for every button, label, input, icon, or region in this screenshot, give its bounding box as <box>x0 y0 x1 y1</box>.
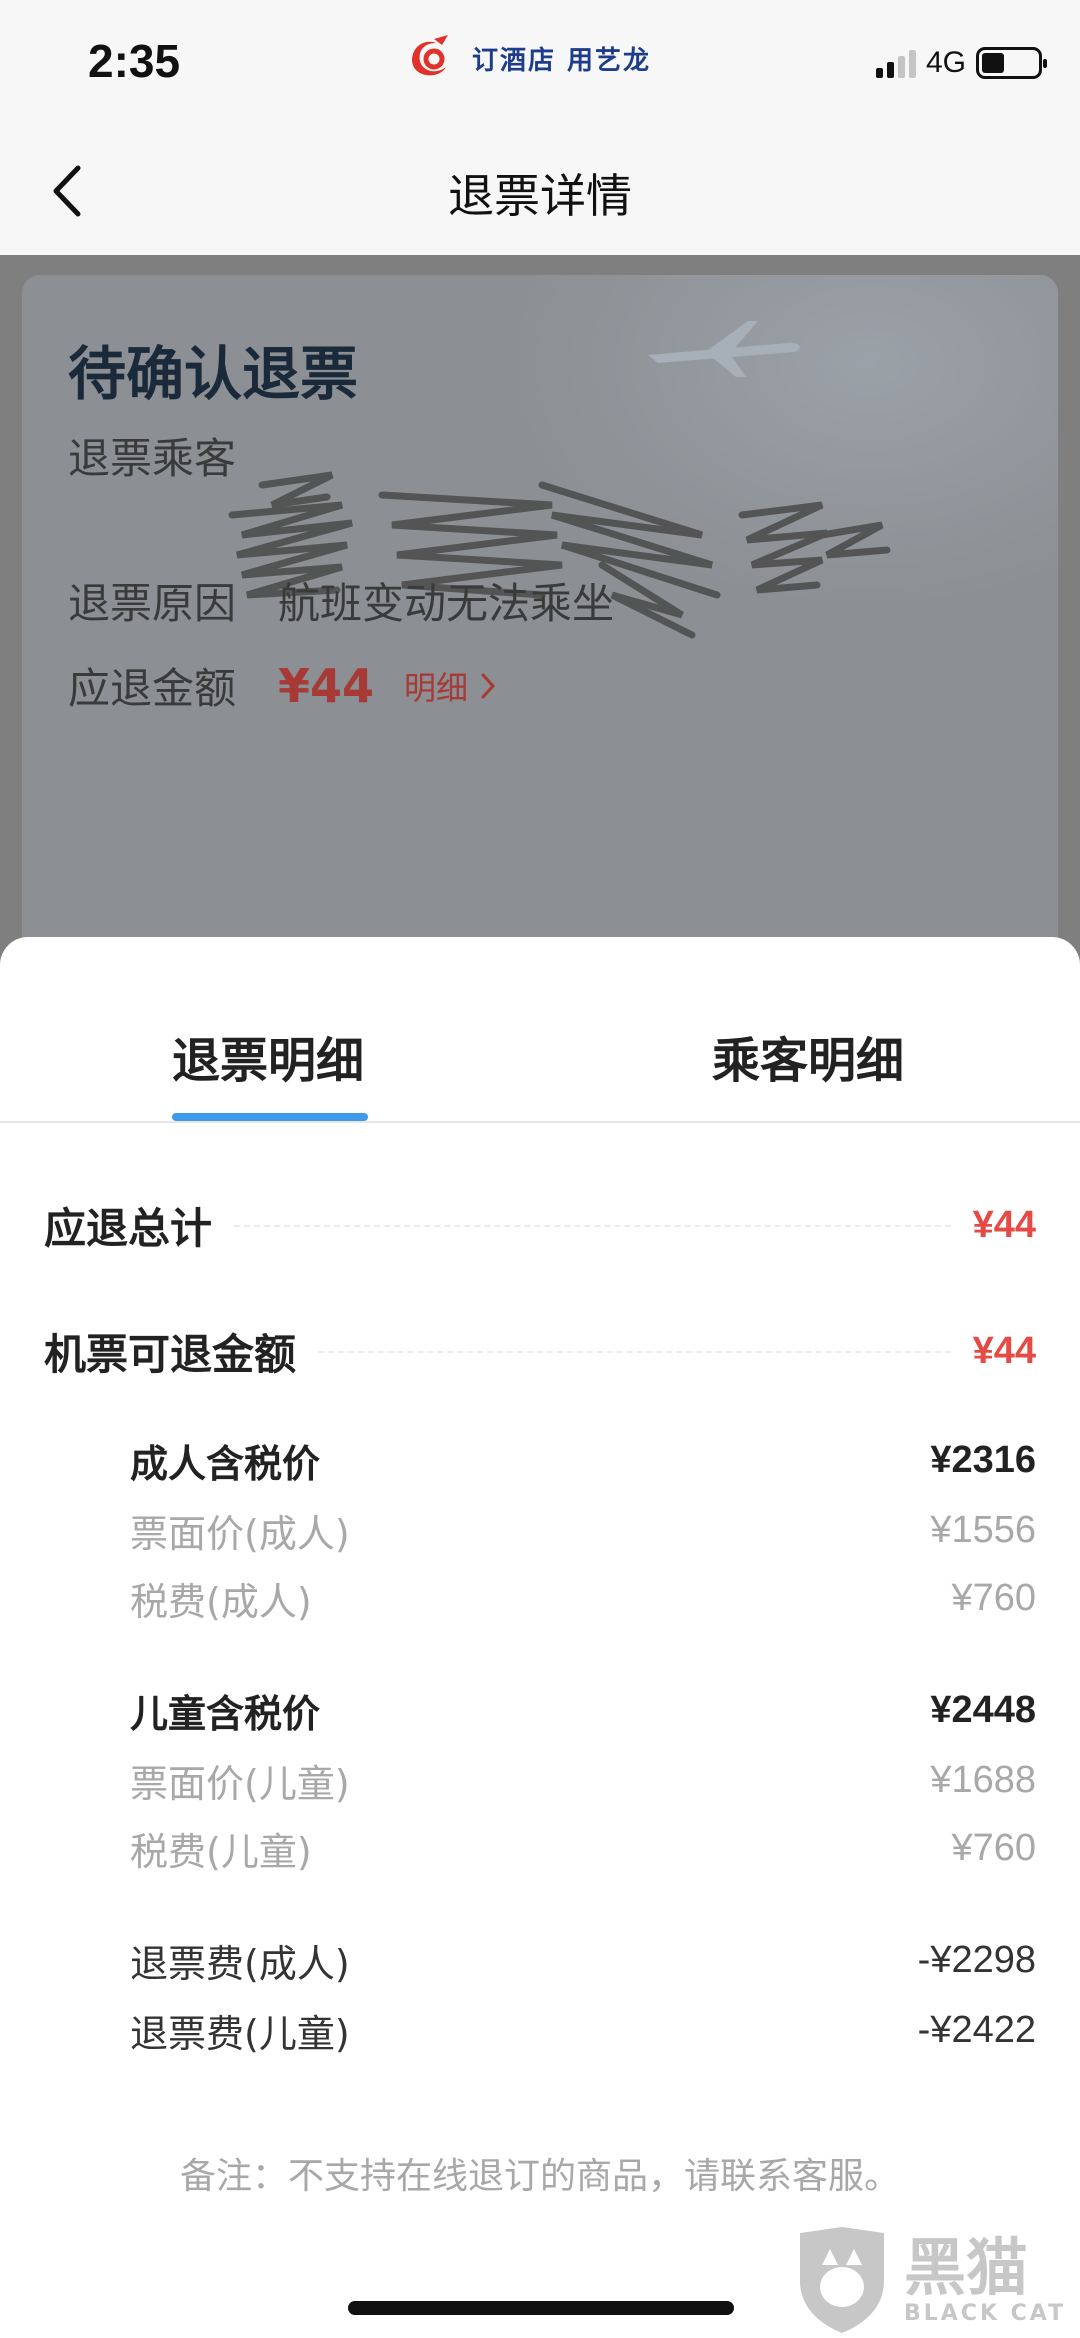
reason-label: 退票原因 <box>68 579 237 628</box>
adult-refund-fee-row: 退票费(成人) -¥2298 <box>130 1933 1036 1988</box>
child-tax-label: 税费(儿童) <box>130 1830 312 1874</box>
child-refund-fee-row: 退票费(儿童) -¥2422 <box>130 2003 1036 2058</box>
elong-logo-icon <box>412 35 448 76</box>
cat-shield-icon <box>800 2227 884 2333</box>
nav-bar: 退票详情 <box>0 130 1080 255</box>
adult-price-label: 成人含税价 <box>130 1442 321 1486</box>
status-indicators: 4G <box>875 46 1047 80</box>
ad-text: 订酒店 用艺龙 <box>472 45 652 76</box>
page-title: 退票详情 <box>448 169 632 223</box>
amount-row: 应退金额 ¥44 明细 <box>68 655 496 716</box>
ticket-refund-label: 机票可退金额 <box>44 1330 297 1379</box>
amount-detail-link[interactable]: 明细 <box>404 663 496 709</box>
child-tax-row: 税费(儿童) ¥760 <box>130 1821 1036 1876</box>
chevron-right-icon <box>481 673 496 698</box>
redacted-passenger-scribble <box>228 471 891 639</box>
child-fare-label: 票面价(儿童) <box>130 1762 350 1806</box>
ad-banner[interactable]: 订酒店 用艺龙 <box>404 30 651 86</box>
tab-refund-detail[interactable]: 退票明细 <box>172 1021 364 1091</box>
reason-row: 退票原因 航班变动无法乘坐 <box>68 570 614 631</box>
passenger-row: 退票乘客 <box>68 425 236 486</box>
blackcat-watermark: 黑猫 BLACK CAT <box>792 2225 1072 2335</box>
home-indicator[interactable] <box>348 2301 734 2315</box>
refund-status-card: 待确认退票 退票乘客 退票原因 航班变动无法乘坐 应退金额 ¥44 明细 <box>22 275 1058 995</box>
background-overlay[interactable]: 待确认退票 退票乘客 退票原因 航班变动无法乘坐 应退金额 ¥44 明细 <box>0 255 1080 995</box>
refund-status-title: 待确认退票 <box>68 340 359 408</box>
battery-icon <box>976 47 1047 79</box>
ticket-refund-row: 机票可退金额 ¥44 <box>44 1321 1036 1382</box>
child-price-value: ¥2448 <box>930 1689 1036 1731</box>
adult-price-value: ¥2316 <box>930 1439 1036 1481</box>
total-refund-row: 应退总计 ¥44 <box>44 1195 1036 1256</box>
signal-icon <box>875 48 916 78</box>
remark-note: 备注：不支持在线退订的商品，请联系客服。 <box>179 2156 900 2197</box>
network-type: 4G <box>925 46 966 79</box>
refund-detail-sheet: 退票明细 乘客明细 应退总计 ¥44 机票可退金额 ¥44 成人含税价 ¥231… <box>0 937 1080 2338</box>
child-price-row: 儿童含税价 ¥2448 <box>130 1683 1036 1738</box>
child-price-label: 儿童含税价 <box>130 1692 321 1736</box>
detail-tabs: 退票明细 乘客明细 <box>0 937 1080 1123</box>
status-bar: 2:35 订酒店 用艺龙 4G <box>0 0 1080 130</box>
status-time: 2:35 <box>88 35 181 87</box>
child-refund-fee-label: 退票费(儿童) <box>130 2012 350 2056</box>
child-fare-row: 票面价(儿童) ¥1688 <box>130 1753 1036 1808</box>
ticket-refund-value: ¥44 <box>972 1330 1036 1372</box>
adult-fare-row: 票面价(成人) ¥1556 <box>130 1503 1036 1558</box>
total-refund-value: ¥44 <box>972 1204 1036 1246</box>
watermark-en: BLACK CAT <box>904 2300 1067 2326</box>
dotted-leader <box>318 1350 951 1353</box>
adult-price-row: 成人含税价 ¥2316 <box>130 1433 1036 1488</box>
reason-value: 航班变动无法乘坐 <box>278 579 615 628</box>
active-tab-indicator <box>172 1113 368 1121</box>
passenger-label: 退票乘客 <box>68 434 237 483</box>
adult-tax-label: 税费(成人) <box>130 1580 312 1624</box>
adult-refund-fee-label: 退票费(成人) <box>130 1942 350 1986</box>
child-tax-value: ¥760 <box>951 1827 1036 1869</box>
adult-fare-label: 票面价(成人) <box>130 1512 350 1556</box>
adult-fare-value: ¥1556 <box>930 1509 1036 1551</box>
tab-passenger-detail[interactable]: 乘客明细 <box>712 1021 904 1091</box>
battery-level <box>982 53 1004 73</box>
adult-tax-row: 税费(成人) ¥760 <box>130 1571 1036 1626</box>
child-refund-fee-value: -¥2422 <box>917 2009 1036 2051</box>
adult-refund-fee-value: -¥2298 <box>917 1939 1036 1981</box>
total-refund-label: 应退总计 <box>44 1204 213 1253</box>
detail-link-label: 明细 <box>404 668 469 707</box>
child-fare-value: ¥1688 <box>930 1759 1036 1801</box>
adult-tax-value: ¥760 <box>951 1577 1036 1619</box>
airplane-icon <box>648 321 800 377</box>
amount-value: ¥44 <box>278 658 375 713</box>
watermark-cn: 黑猫 <box>904 2230 1029 2304</box>
amount-label: 应退金额 <box>68 664 237 713</box>
dotted-leader <box>234 1224 951 1227</box>
